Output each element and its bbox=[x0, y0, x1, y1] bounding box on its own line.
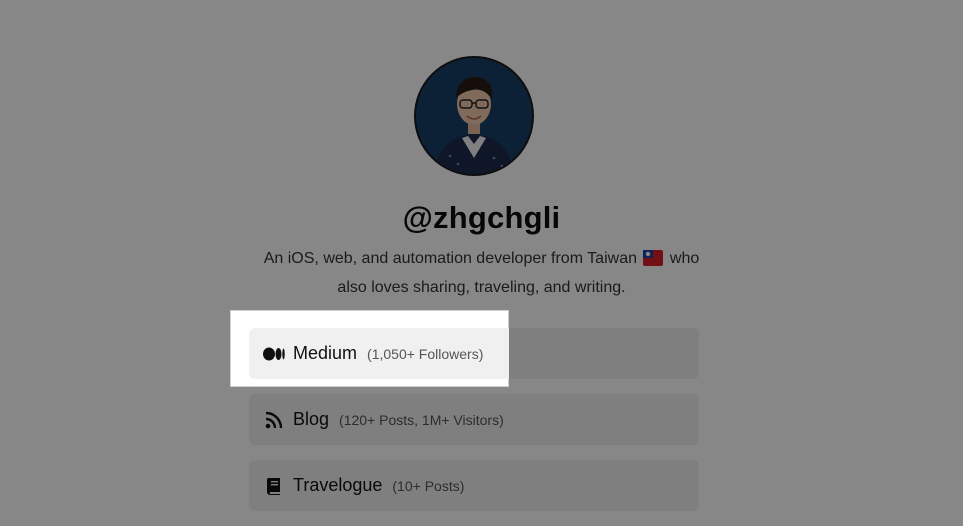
avatar-photo bbox=[416, 58, 532, 174]
travelogue-link-meta: (10+ Posts) bbox=[392, 477, 465, 494]
book-icon bbox=[263, 475, 285, 497]
bio-text-start: An iOS, web, and automation developer fr… bbox=[263, 250, 637, 267]
medium-link-highlighted[interactable]: Medium (1,050+ Followers) bbox=[249, 328, 509, 379]
medium-icon bbox=[263, 343, 285, 365]
highlight-spotlight: Medium (1,050+ Followers) bbox=[230, 310, 509, 387]
profile-page: @zhgchgli An iOS, web, and automation de… bbox=[0, 0, 963, 526]
rss-icon bbox=[263, 409, 285, 431]
profile-handle: @zhgchgli bbox=[402, 200, 561, 235]
blog-link-label: Blog bbox=[293, 409, 330, 429]
travelogue-link[interactable]: Travelogue (10+ Posts) bbox=[249, 460, 699, 511]
blog-link-meta: (120+ Posts, 1M+ Visitors) bbox=[339, 411, 504, 428]
medium-link-meta: (1,050+ Followers) bbox=[367, 345, 484, 362]
medium-link-label: Medium bbox=[293, 343, 358, 363]
blog-link[interactable]: Blog (120+ Posts, 1M+ Visitors) bbox=[249, 394, 699, 445]
travelogue-link-label: Travelogue bbox=[293, 475, 383, 495]
taiwan-flag-icon bbox=[643, 249, 664, 275]
avatar bbox=[414, 56, 534, 176]
profile-bio: An iOS, web, and automation developer fr… bbox=[250, 246, 713, 301]
